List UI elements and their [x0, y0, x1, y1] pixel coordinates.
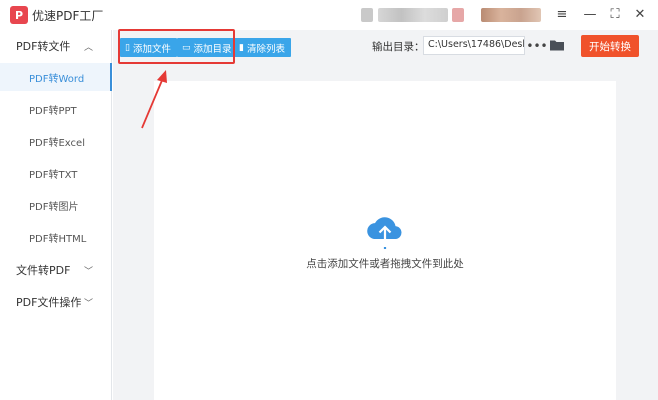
chevron-up-icon: ︿	[84, 42, 94, 53]
menu-icon[interactable]: ≡	[550, 3, 574, 25]
add-folder-button[interactable]: ▭ 添加目录	[177, 38, 234, 57]
cloud-upload-icon[interactable]	[364, 213, 406, 249]
file-icon: ▯	[125, 42, 130, 53]
trash-icon: ▮	[239, 42, 244, 53]
output-dir-label: 输出目录：	[372, 41, 425, 53]
app-logo-icon: P	[10, 6, 28, 24]
sidebar-item-pdf-to-image[interactable]: PDF转图片	[0, 191, 112, 219]
blurred-vip-info	[481, 8, 541, 22]
sidebar-group-file-to-pdf[interactable]: 文件转PDF ﹀	[0, 256, 112, 284]
blurred-avatar	[361, 8, 373, 22]
sidebar-item-pdf-to-txt[interactable]: PDF转TXT	[0, 159, 112, 187]
blurred-account-info	[378, 8, 448, 22]
output-dir-input[interactable]: C:\Users\17486\Deskto	[423, 36, 525, 55]
maximize-icon[interactable]: ⛶	[603, 3, 627, 25]
folder-outline-icon: ▭	[182, 42, 191, 53]
sidebar-group-pdf-to-file[interactable]: PDF转文件 ︿	[0, 32, 112, 60]
sidebar-item-label: PDF转Excel	[29, 137, 85, 149]
start-convert-button[interactable]: 开始转换	[581, 35, 639, 57]
sidebar-group-pdf-operations[interactable]: PDF文件操作 ﹀	[0, 288, 112, 316]
clear-list-label: 清除列表	[246, 43, 285, 55]
folder-icon[interactable]	[549, 37, 565, 53]
sidebar-item-pdf-to-ppt[interactable]: PDF转PPT	[0, 95, 112, 123]
chevron-down-icon: ﹀	[84, 266, 94, 277]
sidebar-group-label: 文件转PDF	[16, 264, 71, 277]
minimize-icon[interactable]: —	[578, 3, 602, 25]
add-folder-label: 添加目录	[193, 43, 232, 55]
chevron-down-icon: ﹀	[84, 298, 94, 309]
clear-list-button[interactable]: ▮ 清除列表	[234, 38, 291, 57]
sidebar-item-pdf-to-html[interactable]: PDF转HTML	[0, 223, 112, 251]
app-title: 优速PDF工厂	[32, 9, 104, 23]
more-options-button[interactable]: •••	[526, 36, 547, 55]
sidebar-item-label: PDF转HTML	[29, 233, 87, 245]
sidebar-item-label: PDF转图片	[29, 201, 79, 213]
sidebar-item-label: PDF转PPT	[29, 105, 77, 117]
sidebar-item-label: PDF转Word	[29, 73, 85, 85]
title-bar: P 优速PDF工厂 ≡ — ⛶ ✕	[0, 0, 658, 30]
drop-zone-hint: 点击添加文件或者拖拽文件到此处	[306, 258, 464, 270]
sidebar-group-label: PDF文件操作	[16, 296, 82, 309]
sidebar-item-pdf-to-word[interactable]: PDF转Word	[0, 63, 112, 91]
add-file-label: 添加文件	[132, 43, 171, 55]
blurred-badge	[452, 8, 464, 22]
add-file-button[interactable]: ▯ 添加文件	[120, 38, 177, 57]
sidebar-group-label: PDF转文件	[16, 40, 71, 53]
sidebar-item-label: PDF转TXT	[29, 169, 78, 181]
sidebar: PDF转文件 ︿ PDF转Word PDF转PPT PDF转Excel PDF转…	[0, 30, 112, 400]
close-icon[interactable]: ✕	[628, 3, 652, 25]
sidebar-item-pdf-to-excel[interactable]: PDF转Excel	[0, 127, 112, 155]
